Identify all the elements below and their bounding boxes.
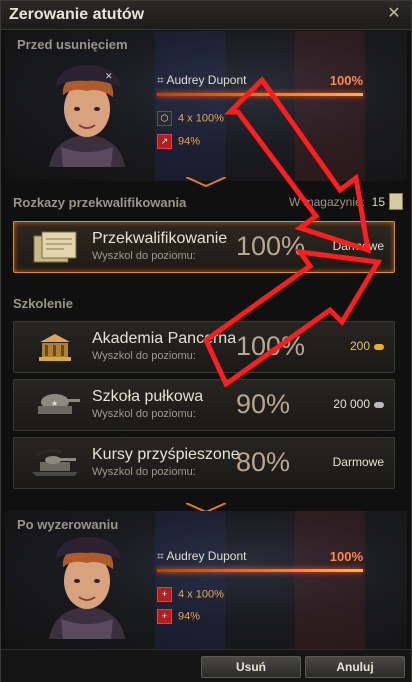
- option-regimental-school[interactable]: ★ Szkoła pułkowa Wyszkol do poziomu: 90%…: [13, 379, 395, 431]
- chevron-down-icon: [186, 177, 226, 187]
- crew-name-before: ⌗ Audrey Dupont: [157, 73, 247, 87]
- binoculars-icon: ⌗: [157, 73, 164, 87]
- flag-blue-stripe: [155, 31, 225, 181]
- orders-header: Rozkazy przekwalifikowania: [13, 195, 187, 210]
- option-subtitle: Wyszkol do poziomu:: [92, 466, 196, 478]
- gold-icon: [374, 343, 384, 350]
- option-accelerated-courses[interactable]: Kursy przyśpieszone Wyszkol do poziomu: …: [13, 437, 395, 489]
- title-bar: Zerowanie atutów ✕: [1, 1, 411, 30]
- option-subtitle: Wyszkol do poziomu:: [92, 250, 196, 262]
- storage-count: 15: [371, 195, 385, 209]
- option-name: Szkoła pułkowa: [92, 388, 204, 405]
- option-subtitle: Wyszkol do poziomu:: [92, 408, 196, 420]
- document-icon: [389, 193, 403, 210]
- delete-button[interactable]: Usuń: [201, 656, 301, 678]
- crew-portrait: [49, 537, 125, 639]
- crew-name-after: ⌗ Audrey Dupont: [157, 549, 247, 563]
- option-tank-academy[interactable]: Akademia Pancerna Wyszkol do poziomu: 10…: [13, 321, 395, 373]
- regimental-school-icon: ★: [38, 394, 80, 414]
- crew-progress-bar-before: [157, 93, 363, 96]
- credits-icon: [374, 401, 384, 408]
- training-header: Szkolenie: [13, 296, 73, 311]
- svg-text:★: ★: [51, 399, 58, 408]
- crew-percent-after: 100%: [329, 549, 363, 564]
- perk-plus-icon: +: [157, 587, 172, 602]
- footer: Usuń Anuluj: [1, 649, 411, 682]
- academy-icon: [39, 334, 71, 361]
- crew-progress-bar-after: [157, 569, 363, 572]
- option-percent: 80%: [236, 447, 291, 477]
- before-panel: Przed usunięciem ✕ ⌗ Audrey Dupont 100% …: [5, 31, 407, 181]
- option-price: 20 000: [333, 397, 384, 411]
- documents-icon: [33, 231, 77, 263]
- perk-plus-icon: +: [157, 609, 172, 624]
- option-name: Przekwalifikowanie: [92, 230, 228, 247]
- perk-icon: ⬡: [157, 111, 172, 126]
- option-subtitle: Wyszkol do poziomu:: [92, 350, 196, 362]
- after-panel: Po wyzerowaniu ⌗ Audrey Dupont 100% +4 x…: [5, 511, 407, 649]
- svg-text:✕: ✕: [105, 72, 113, 82]
- before-label: Przed usunięciem: [17, 37, 128, 52]
- reset-perks-window: Zerowanie atutów ✕ Przed usunięciem ✕ ⌗ …: [0, 0, 412, 682]
- crew-portrait: ✕: [49, 65, 125, 167]
- binoculars-icon: ⌗: [157, 549, 164, 563]
- option-price: Darmowe: [332, 239, 384, 253]
- skill-row-1-after: +4 x 100%: [157, 587, 224, 602]
- option-price: Darmowe: [332, 455, 384, 469]
- skill-row-1-before: ⬡ 4 x 100%: [157, 111, 224, 126]
- option-name: Kursy przyśpieszone: [92, 446, 240, 463]
- option-percent: 100%: [236, 331, 306, 361]
- option-percent: 90%: [236, 389, 291, 419]
- flag-red-stripe: [295, 511, 365, 649]
- flag-red-stripe: [295, 31, 365, 181]
- window-title: Zerowanie atutów: [9, 6, 145, 23]
- cancel-button[interactable]: Anuluj: [305, 656, 405, 678]
- storage-label: W magazynie:: [288, 195, 365, 209]
- option-price: 200: [350, 339, 384, 353]
- option-retrain-order[interactable]: Przekwalifikowanie Wyszkol do poziomu: 1…: [13, 221, 395, 273]
- flag-blue-stripe: [155, 511, 225, 649]
- courses-tank-icon: [32, 449, 78, 476]
- option-percent: 100%: [236, 231, 306, 261]
- skill-row-2-after: +94%: [157, 609, 200, 624]
- skill-row-2-before: ↗ 94%: [157, 134, 200, 149]
- perk-icon: ↗: [157, 134, 172, 149]
- option-name: Akademia Pancerna: [92, 330, 237, 347]
- close-icon[interactable]: ✕: [385, 5, 403, 23]
- crew-percent-before: 100%: [329, 73, 363, 88]
